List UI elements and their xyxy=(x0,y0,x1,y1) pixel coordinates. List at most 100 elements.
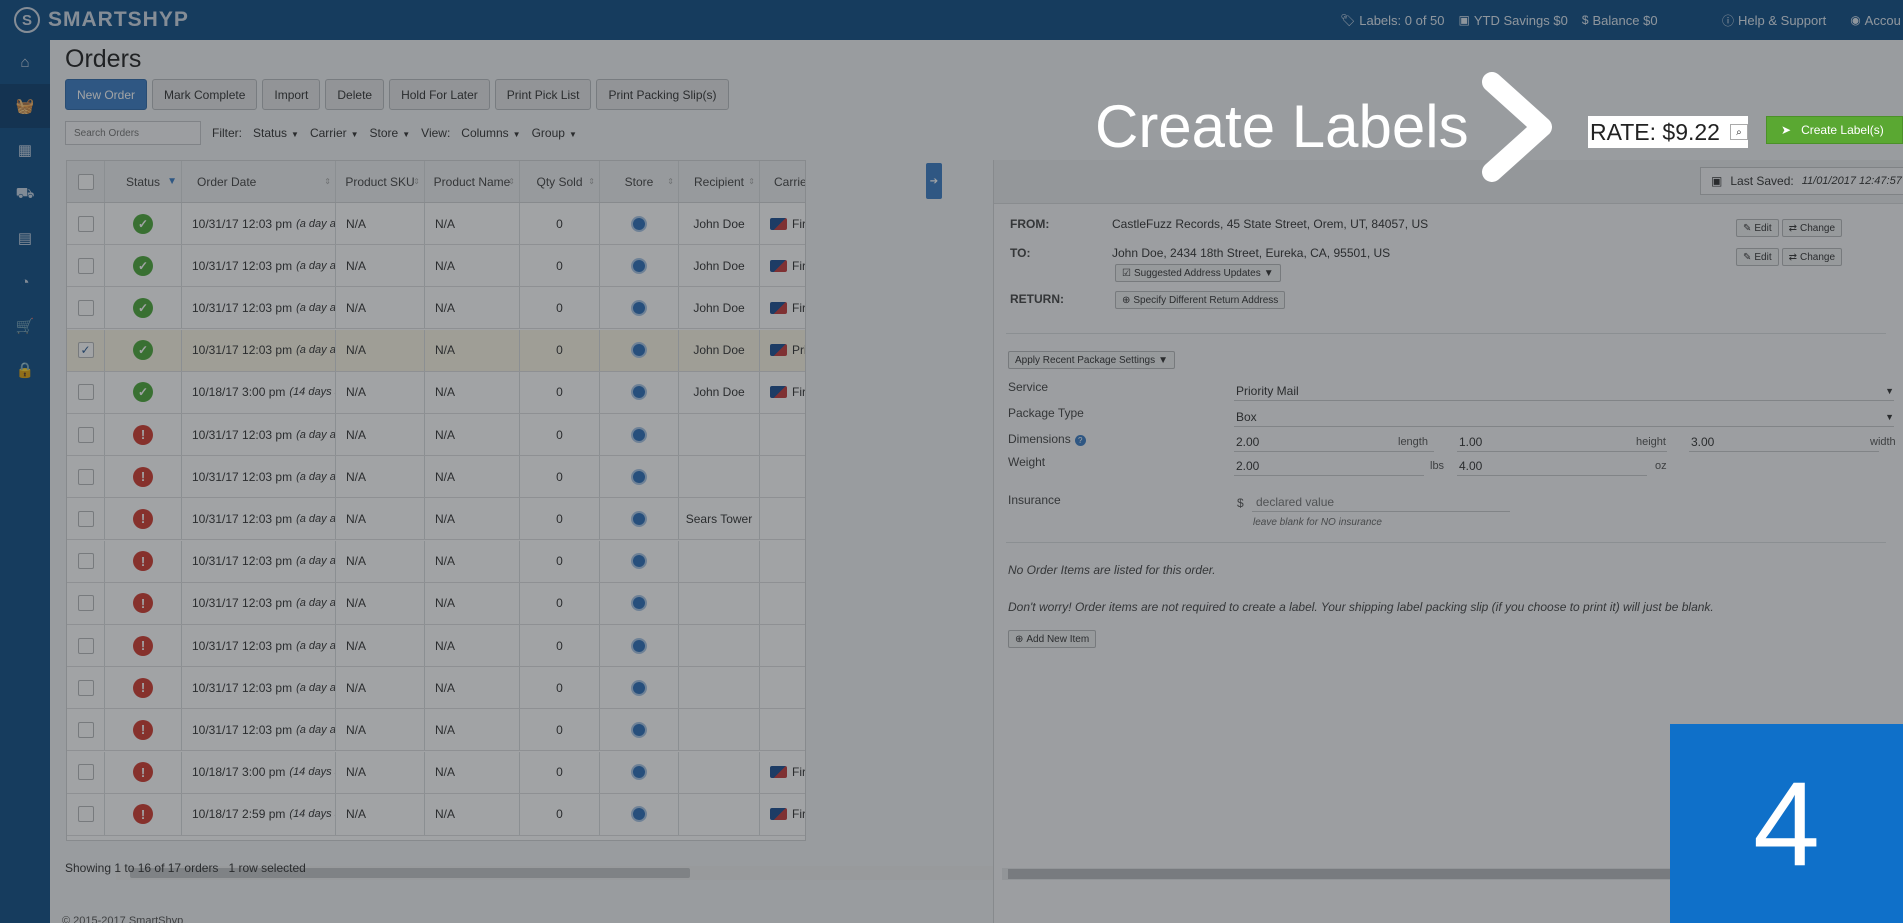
change-from-button[interactable]: ⇄ Change xyxy=(1781,219,1843,237)
header-product-name[interactable]: Product Name ⇕ xyxy=(425,161,520,202)
print-packing-slip-button[interactable]: Print Packing Slip(s) xyxy=(596,79,729,110)
service-select[interactable]: Priority Mail ▼ xyxy=(1234,381,1894,401)
help-link[interactable]: ⓘ Help & Support xyxy=(1722,12,1826,29)
select-all-checkbox[interactable] xyxy=(77,173,94,190)
sidebar-item-home[interactable]: ⌂ xyxy=(0,40,50,84)
sidebar-item-contacts[interactable]: ▤ xyxy=(0,216,50,260)
status-filter-dropdown[interactable]: Status ▼ xyxy=(253,126,299,140)
header-order-date[interactable]: Order Date ⇕ xyxy=(182,161,336,202)
collapse-panel-toggle[interactable]: ➔ xyxy=(926,163,942,199)
print-pick-list-button[interactable]: Print Pick List xyxy=(494,79,592,110)
row-checkbox[interactable] xyxy=(77,510,94,527)
balance-stat[interactable]: $ Balance $0 xyxy=(1582,13,1658,28)
lock-icon: 🔒 xyxy=(15,362,35,379)
add-new-item-button[interactable]: ⊕ Add New Item xyxy=(1008,630,1097,648)
usps-logo-icon xyxy=(770,344,787,357)
savings-stat[interactable]: ▣ YTD Savings $0 xyxy=(1459,13,1568,28)
group-dropdown[interactable]: Group ▼ xyxy=(532,126,577,140)
product-name-cell: N/A xyxy=(425,414,520,455)
sidebar-item-calendar[interactable]: ▦ xyxy=(0,128,50,172)
search-orders-input[interactable] xyxy=(65,121,201,145)
apply-recent-package-dropdown[interactable]: Apply Recent Package Settings ▼ xyxy=(1008,351,1175,369)
row-checkbox[interactable] xyxy=(77,257,94,274)
table-row[interactable]: ! 10/31/17 12:03 pm(a day ago) N/A N/A 0 xyxy=(67,667,805,710)
table-row[interactable]: ✓ 10/18/17 3:00 pm(14 days ago) N/A N/A 0 Joh… xyxy=(67,371,805,414)
table-row[interactable]: ✓ 10/31/17 12:03 pm(a day ago) N/A N/A 0 John… xyxy=(67,245,805,288)
import-button[interactable]: Import xyxy=(262,79,321,110)
create-labels-button[interactable]: ➤ Create Label(s) xyxy=(1766,116,1903,144)
insurance-input[interactable] xyxy=(1252,492,1510,512)
hold-for-later-button[interactable]: Hold For Later xyxy=(389,79,490,110)
weight-lbs-input[interactable]: 2.00 xyxy=(1234,456,1424,476)
row-checkbox[interactable] xyxy=(77,299,94,316)
header-product-sku[interactable]: Product SKU ⇕ xyxy=(336,161,425,202)
table-row[interactable]: ✓ 10/31/17 12:03 pm(a day ago) N/A N/A 0 John… xyxy=(67,287,805,330)
order-date: 10/31/17 12:03 pm xyxy=(192,722,293,737)
table-row[interactable]: ! 10/18/17 2:59 pm(14 days ago) N/A N/A 0 Fir… xyxy=(67,793,805,836)
header-store[interactable]: Store ⇕ xyxy=(600,161,679,202)
table-row[interactable]: ! 10/31/17 12:03 pm(a day ago) N/A N/A 0 xyxy=(67,709,805,752)
row-checkbox[interactable] xyxy=(77,806,94,823)
row-checkbox[interactable] xyxy=(77,595,94,612)
row-checkbox[interactable] xyxy=(77,426,94,443)
delete-button[interactable]: Delete xyxy=(325,79,385,110)
product-sku-cell: N/A xyxy=(336,498,425,540)
table-row[interactable]: ! 10/31/17 12:03 pm(a day ago) N/A N/A 0 xyxy=(67,540,805,583)
columns-dropdown[interactable]: Columns ▼ xyxy=(461,126,520,140)
row-checkbox[interactable] xyxy=(77,637,94,654)
table-row[interactable]: ! 10/31/17 12:03 pm(a day ago) N/A N/A 0 Sear… xyxy=(67,498,805,541)
row-checkbox[interactable] xyxy=(77,721,94,738)
carrier-cell xyxy=(760,667,805,708)
sidebar-item-orders[interactable]: 🧺 xyxy=(0,84,50,128)
sort-icon: ⇕ xyxy=(588,177,595,186)
account-menu[interactable]: ◉ Accou xyxy=(1850,13,1901,28)
header-carrier[interactable]: Carrier/Se xyxy=(760,161,805,202)
question-icon[interactable]: ? xyxy=(1074,435,1086,446)
search-icon[interactable]: ⌕ xyxy=(1729,124,1748,140)
row-checkbox[interactable] xyxy=(77,764,94,781)
table-row[interactable]: ! 10/31/17 12:03 pm(a day ago) N/A N/A 0 xyxy=(67,456,805,499)
table-row[interactable]: ! 10/31/17 12:03 pm(a day ago) N/A N/A 0 xyxy=(67,625,805,667)
carrier-filter-dropdown[interactable]: Carrier ▼ xyxy=(310,126,359,140)
row-checkbox[interactable] xyxy=(77,679,94,696)
suggested-address-dropdown[interactable]: ☑ Suggested Address Updates ▼ xyxy=(1115,264,1281,282)
edit-to-button[interactable]: ✎ Edit xyxy=(1736,248,1779,266)
exclamation-circle-icon: ! xyxy=(133,593,153,614)
sidebar-item-shipments[interactable]: ⛟ xyxy=(0,172,50,216)
recipient-cell: John Doe xyxy=(679,203,760,244)
header-select-all[interactable] xyxy=(67,161,105,202)
row-checkbox[interactable] xyxy=(77,384,94,401)
header-status[interactable]: Status ▼ xyxy=(105,161,182,202)
order-date-ago: (a day ago) xyxy=(296,428,336,441)
row-checkbox[interactable] xyxy=(77,553,94,570)
specify-return-address-button[interactable]: ⊕ Specify Different Return Address xyxy=(1115,291,1286,309)
row-checkbox[interactable] xyxy=(77,215,94,232)
row-checkbox[interactable]: ✓ xyxy=(77,342,94,359)
mark-complete-button[interactable]: Mark Complete xyxy=(152,79,258,110)
panel-horizontal-scroll-thumb[interactable] xyxy=(1008,869,1688,879)
sort-icon: ⇕ xyxy=(413,177,420,186)
width-input[interactable]: 3.00 xyxy=(1689,432,1879,452)
edit-from-button[interactable]: ✎ Edit xyxy=(1736,219,1779,237)
table-row[interactable]: ✓ ✓ 10/31/17 12:03 pm(a day ago) N/A N/A 0 Joh… xyxy=(67,329,805,372)
brand[interactable]: S SMARTSHYP xyxy=(14,7,189,33)
table-row[interactable]: ! 10/18/17 3:00 pm(14 days ago) N/A N/A 0 Fir… xyxy=(67,751,805,794)
caret-down-icon: ▼ xyxy=(1263,267,1274,279)
labels-stat[interactable]: 🏷 Labels: 0 of 50 xyxy=(1340,13,1445,28)
table-row[interactable]: ! 10/31/17 12:03 pm(a day ago) N/A N/A 0 xyxy=(67,414,805,456)
header-qty-sold[interactable]: Qty Sold ⇕ xyxy=(520,161,600,202)
weight-oz-input[interactable]: 4.00 xyxy=(1457,456,1647,476)
package-type-select[interactable]: Box ▼ xyxy=(1234,407,1894,427)
new-order-button[interactable]: New Order xyxy=(65,79,148,110)
sort-icon: ⇕ xyxy=(667,177,674,186)
table-row[interactable]: ! 10/31/17 12:03 pm(a day ago) N/A N/A 0 xyxy=(67,582,805,625)
store-filter-dropdown[interactable]: Store ▼ xyxy=(370,126,411,140)
header-recipient[interactable]: Recipient ⇕ xyxy=(679,161,760,202)
row-checkbox[interactable] xyxy=(77,468,94,485)
table-row[interactable]: ✓ 10/31/17 12:03 pm(a day ago) N/A N/A 0 John… xyxy=(67,203,805,245)
order-date-cell: 10/18/17 3:00 pm(14 days ago) xyxy=(182,751,336,793)
sidebar-item-reports[interactable]: ◔ xyxy=(0,260,50,304)
sidebar-item-security[interactable]: 🔒 xyxy=(0,348,50,392)
sidebar-item-stores[interactable]: 🛒 xyxy=(0,304,50,348)
change-to-button[interactable]: ⇄ Change xyxy=(1781,248,1843,266)
